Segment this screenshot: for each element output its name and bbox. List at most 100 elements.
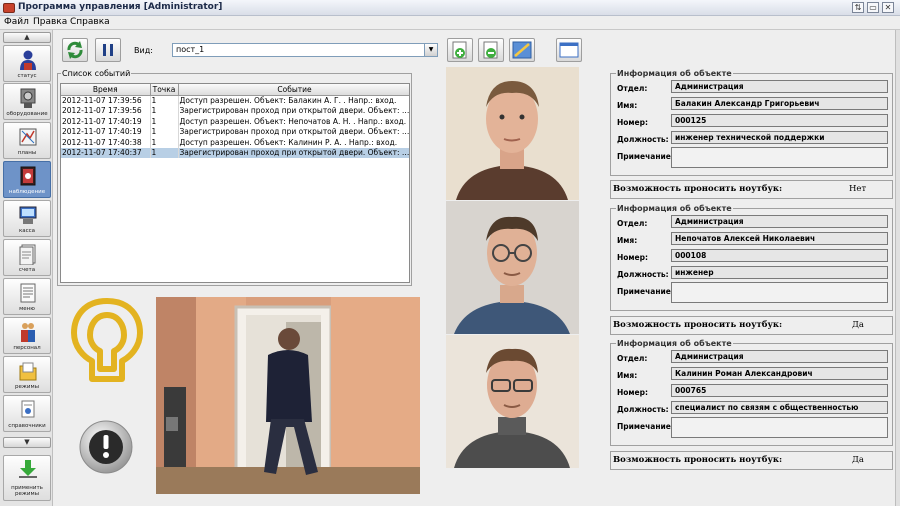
remove-view-button[interactable] [478,38,504,62]
cell-point: 1 [150,116,179,127]
pause-button[interactable] [95,38,121,62]
position-label: Должность: [617,135,669,144]
table-row-selected[interactable]: 2012-11-07 17:40:37 1 Зарегистрирован прох… [61,147,409,158]
menu-edit[interactable]: Правка [33,17,67,27]
events-panel-title: Список событий [61,69,132,78]
name-field[interactable]: Калинин Роман Александрович [671,367,888,380]
cell-point: 1 [150,137,179,148]
cell-point: 1 [150,105,179,116]
laptop-permission-value: Да [852,320,864,330]
cell-time: 2012-11-07 17:40:19 [61,116,151,127]
dept-label: Отдел: [617,354,648,363]
sidebar-item-plans[interactable]: планы [3,122,51,159]
cell-point: 1 [150,126,179,137]
note-label: Примечание: [617,152,674,161]
table-row[interactable]: 2012-11-07 17:39:56 1 Зарегистрирован прох… [61,105,409,116]
events-table[interactable]: Время Точка Событие 2012-11-07 17:39:56 1… [60,83,410,283]
name-label: Имя: [617,371,638,380]
cell-event: Зарегистрирован проход при открытой двер… [178,105,409,116]
view-select[interactable]: пост_1 [172,43,438,57]
user-status-icon [20,50,36,70]
laptop-permission-label: Возможность проносить ноутбук: [613,320,783,330]
position-label: Должность: [617,405,669,414]
note-field[interactable] [671,417,888,438]
name-field[interactable]: Непочатов Алексей Николаевич [671,232,888,245]
note-label: Примечание: [617,287,674,296]
table-row[interactable]: 2012-11-07 17:40:19 1 Доступ разрешен. Объ… [61,116,409,127]
sidebar-item-label: персонал [13,345,41,351]
position-field[interactable]: инженер технической поддержки [671,131,888,144]
pause-icon [103,44,113,56]
add-view-button[interactable] [447,38,473,62]
sidebar-item-bills[interactable]: счета [3,239,51,276]
menu-bar: Файл Правка Справка [0,16,900,30]
number-label: Номер: [617,388,649,397]
sidebar-item-equipment[interactable]: оборудование [3,83,51,120]
plans-icon [19,128,37,146]
table-row[interactable]: 2012-11-07 17:40:19 1 Зарегистрирован прох… [61,126,409,137]
alert-icon[interactable] [78,419,134,475]
number-field[interactable]: 000125 [671,114,888,127]
refresh-icon [67,41,83,59]
number-field[interactable]: 000108 [671,249,888,262]
photo-kalinin [446,335,579,468]
window-view-button[interactable] [556,38,582,62]
sidebar-item-staff[interactable]: персонал [3,317,51,354]
number-label: Номер: [617,118,649,127]
note-field[interactable] [671,282,888,303]
position-label: Должность: [617,270,669,279]
cell-event: Доступ разрешен. Объект: Балакин А. Г. .… [178,95,409,106]
sidebar-item-label: касса [18,228,36,234]
refresh-button[interactable] [62,38,88,62]
name-field[interactable]: Балакин Александр Григорьевич [671,97,888,110]
edit-view-icon [512,41,532,59]
sidebar-scroll-down-button[interactable]: ▼ [3,437,51,448]
sidebar-item-label: счета [18,267,36,273]
column-header-event[interactable]: Событие [178,84,409,96]
table-row[interactable]: 2012-11-07 17:40:38 1 Доступ разрешен. Объ… [61,137,409,148]
sidebar-item-label: планы [17,150,37,156]
column-header-point[interactable]: Точка [150,84,179,96]
table-row[interactable]: 2012-11-07 17:39:56 1 Доступ разрешен. Объ… [61,95,409,106]
column-header-time[interactable]: Время [61,84,151,96]
dept-field[interactable]: Администрация [671,215,888,228]
sidebar-item-modes[interactable]: режимы [3,356,51,393]
laptop-permission-label: Возможность проносить ноутбук: [613,455,783,465]
maximize-window-button[interactable]: ▭ [867,2,879,13]
note-field[interactable] [671,147,888,168]
app-icon [3,3,15,13]
sidebar: ▲ статус оборудование планы наблюдение к… [0,30,53,506]
number-field[interactable]: 000765 [671,384,888,397]
sidebar-item-label: режимы [15,384,39,390]
chevron-down-icon[interactable]: ▼ [424,44,437,56]
sidebar-item-directories[interactable]: справочники [3,395,51,432]
menu-help[interactable]: Справка [70,17,110,27]
sidebar-scroll-up-button[interactable]: ▲ [3,32,51,43]
edit-view-button[interactable] [509,38,535,62]
sidebar-item-label: наблюдение [8,189,46,195]
restore-window-button[interactable]: ⇅ [852,2,864,13]
photo-balakin [446,67,579,200]
modes-icon [19,362,37,381]
sidebar-item-surveillance[interactable]: наблюдение [3,161,51,198]
menu-file[interactable]: Файл [4,17,29,27]
close-window-button[interactable]: ✕ [882,2,894,13]
sidebar-item-menu[interactable]: меню [3,278,51,315]
apply-modes-button[interactable]: применить режимы [3,455,51,501]
position-field[interactable]: инженер [671,266,888,279]
cell-time: 2012-11-07 17:40:19 [61,126,151,137]
sidebar-item-status[interactable]: статус [3,45,51,82]
cell-point: 1 [150,95,179,106]
cell-event: Зарегистрирован проход при открытой двер… [178,126,409,137]
apply-modes-label: применить режимы [4,485,50,497]
number-label: Номер: [617,253,649,262]
dept-field[interactable]: Администрация [671,80,888,93]
cell-event: Доступ разрешен. Объект: Калинин Р. А. .… [178,137,409,148]
dept-field[interactable]: Администрация [671,350,888,363]
laptop-permission-value: Нет [849,184,867,194]
apply-label-line2: режимы [15,491,39,497]
cell-event: Доступ разрешен. Объект: Непочатов А. Н.… [178,116,409,127]
view-label: Вид: [134,46,153,55]
position-field[interactable]: специалист по связям с общественностью [671,401,888,414]
sidebar-item-cashbox[interactable]: касса [3,200,51,237]
